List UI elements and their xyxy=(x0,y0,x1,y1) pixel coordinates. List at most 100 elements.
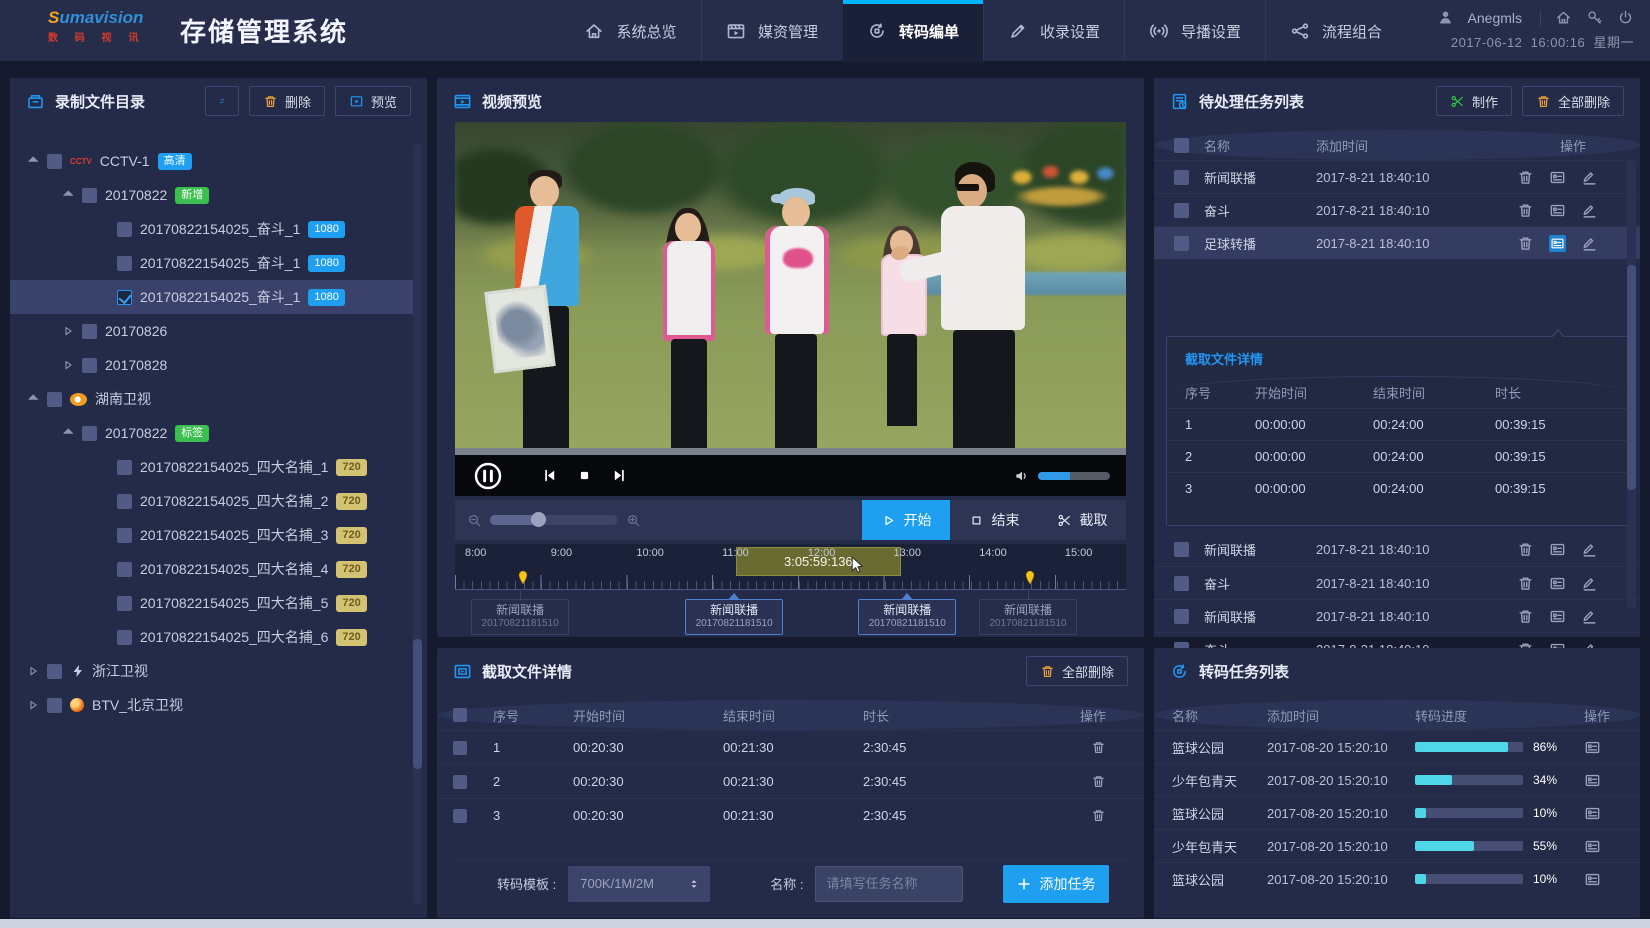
caret-open-icon[interactable] xyxy=(63,190,74,201)
checkbox[interactable] xyxy=(82,426,97,441)
pending-task-row[interactable]: 新闻联播2017-8-21 18:40:10 xyxy=(1154,599,1640,632)
end-button[interactable]: 结束 xyxy=(950,500,1038,540)
tab-record[interactable]: 收录设置 xyxy=(983,0,1124,62)
caret-open-icon[interactable] xyxy=(28,394,39,405)
caret-open-icon[interactable] xyxy=(63,428,74,439)
tree-item[interactable]: 20170822154025_四大名捕_6720 xyxy=(10,620,413,654)
tree-item[interactable]: 20170822154025_四大名捕_4720 xyxy=(10,552,413,586)
trash-icon[interactable] xyxy=(1517,608,1534,625)
pending-task-row[interactable]: 新闻联播2017-8-21 18:40:10 xyxy=(1154,533,1640,566)
pending-task-row[interactable]: 奋斗2017-8-21 18:40:10 xyxy=(1154,193,1640,226)
power-icon[interactable] xyxy=(1617,9,1634,26)
trash-icon[interactable] xyxy=(1517,235,1534,252)
detail-card-icon[interactable] xyxy=(1549,575,1566,592)
tree-item[interactable]: 湖南卫视 xyxy=(10,382,413,416)
edit-pencil-icon[interactable] xyxy=(1581,575,1598,592)
pending-scrollbar[interactable] xyxy=(1627,160,1636,609)
detail-card-icon[interactable] xyxy=(1549,169,1566,186)
tab-broadcast[interactable]: 导播设置 xyxy=(1124,0,1265,62)
tree-item[interactable]: CCTVCCTV-1高清 xyxy=(10,144,413,178)
tree-item[interactable]: 20170822154025_奋斗_11080 xyxy=(10,280,413,314)
trash-icon[interactable] xyxy=(1517,541,1534,558)
edit-pencil-icon[interactable] xyxy=(1581,169,1598,186)
checkbox[interactable] xyxy=(117,460,132,475)
detail-card-icon[interactable] xyxy=(1549,541,1566,558)
add-task-button[interactable]: 添加任务 xyxy=(1003,865,1109,903)
caret-closed-icon[interactable] xyxy=(28,666,39,677)
detail-card-icon[interactable] xyxy=(1549,608,1566,625)
trash-icon[interactable] xyxy=(1091,774,1106,789)
clip-row[interactable]: 100:20:3000:21:302:30:45 xyxy=(437,730,1144,764)
checkbox[interactable] xyxy=(117,256,132,271)
checkbox[interactable] xyxy=(1174,542,1189,557)
tree-item[interactable]: 20170822标签 xyxy=(10,416,413,450)
trash-icon[interactable] xyxy=(1517,169,1534,186)
checkbox[interactable] xyxy=(453,708,467,722)
timeline-ruler[interactable]: 3:05:59:136 8:009:0010:0011:0012:0013:00… xyxy=(455,544,1126,590)
edit-pencil-icon[interactable] xyxy=(1581,202,1598,219)
tree-item[interactable]: 20170822新增 xyxy=(10,178,413,212)
transcode-task-row[interactable]: 篮球公园2017-08-20 15:20:1010% xyxy=(1154,796,1640,829)
make-button[interactable]: 制作 xyxy=(1436,86,1512,116)
checkbox[interactable] xyxy=(47,392,62,407)
task-name-input[interactable] xyxy=(815,866,963,902)
timeline-zoom-slider[interactable] xyxy=(490,515,618,525)
checkbox[interactable] xyxy=(1174,236,1189,251)
trash-icon[interactable] xyxy=(1091,808,1106,823)
program-callout[interactable]: 新闻联播20170821181510 xyxy=(471,599,569,635)
transcode-task-row[interactable]: 篮球公园2017-08-20 15:20:1010% xyxy=(1154,862,1640,895)
checkbox[interactable] xyxy=(47,154,62,169)
next-frame-button[interactable] xyxy=(611,467,628,484)
checkbox[interactable] xyxy=(1174,609,1189,624)
checkbox[interactable] xyxy=(117,596,132,611)
transcode-task-row[interactable]: 少年包青天2017-08-20 15:20:1055% xyxy=(1154,829,1640,862)
detail-card-icon[interactable] xyxy=(1584,739,1601,756)
detail-card-icon[interactable] xyxy=(1549,235,1566,252)
tree-item[interactable]: 20170822154025_四大名捕_5720 xyxy=(10,586,413,620)
detail-card-icon[interactable] xyxy=(1549,202,1566,219)
caret-closed-icon[interactable] xyxy=(28,700,39,711)
checkbox[interactable] xyxy=(117,562,132,577)
delete-button[interactable]: 删除 xyxy=(249,86,325,116)
tree-item[interactable]: BTV_北京卫视 xyxy=(10,688,413,722)
zoom-out-icon[interactable] xyxy=(467,513,482,528)
checkbox[interactable] xyxy=(1174,138,1189,153)
edit-pencil-icon[interactable] xyxy=(1581,608,1598,625)
transcode-task-row[interactable]: 少年包青天2017-08-20 15:20:1034% xyxy=(1154,763,1640,796)
trash-icon[interactable] xyxy=(1091,740,1106,755)
tab-overview[interactable]: 系统总览 xyxy=(560,0,701,62)
delete-all-button[interactable]: 全部删除 xyxy=(1026,656,1128,686)
pending-task-row[interactable]: 奋斗2017-8-21 18:40:10 xyxy=(1154,566,1640,599)
template-select[interactable]: 700K/1M/2M xyxy=(568,866,710,902)
caret-open-icon[interactable] xyxy=(28,156,39,167)
tab-flow[interactable]: 流程组合 xyxy=(1265,0,1406,62)
marker-pin-icon[interactable] xyxy=(1024,569,1036,586)
seek-bar[interactable] xyxy=(455,448,1126,455)
pending-task-row[interactable]: 新闻联播2017-8-21 18:40:10 xyxy=(1154,160,1640,193)
checkbox[interactable] xyxy=(453,741,467,755)
detail-card-icon[interactable] xyxy=(1584,871,1601,888)
tree-item[interactable]: 20170822154025_四大名捕_3720 xyxy=(10,518,413,552)
home-icon[interactable] xyxy=(1555,9,1572,26)
program-callout[interactable]: 新闻联播20170821181510 xyxy=(685,599,783,635)
checkbox[interactable] xyxy=(117,494,132,509)
checkbox[interactable] xyxy=(82,358,97,373)
tree-item[interactable]: 20170822154025_四大名捕_1720 xyxy=(10,450,413,484)
key-icon[interactable] xyxy=(1586,9,1603,26)
checkbox[interactable] xyxy=(47,698,62,713)
prev-frame-button[interactable] xyxy=(541,467,558,484)
edit-pencil-icon[interactable] xyxy=(1581,541,1598,558)
checkbox[interactable] xyxy=(82,188,97,203)
preview-button[interactable]: 预览 xyxy=(335,86,411,116)
pending-task-row[interactable]: 足球转播2017-8-21 18:40:10 xyxy=(1154,226,1640,259)
edit-pencil-icon[interactable] xyxy=(1581,235,1598,252)
checkbox[interactable] xyxy=(117,630,132,645)
cut-button[interactable]: 截取 xyxy=(1038,500,1126,540)
checkbox[interactable] xyxy=(82,324,97,339)
tree-item[interactable]: 20170822154025_奋斗_11080 xyxy=(10,212,413,246)
volume-icon[interactable] xyxy=(1014,468,1030,484)
tree-item[interactable]: 20170826 xyxy=(10,314,413,348)
clip-row[interactable]: 200:20:3000:21:302:30:45 xyxy=(437,764,1144,798)
zoom-in-icon[interactable] xyxy=(626,513,641,528)
clip-row[interactable]: 300:20:3000:21:302:30:45 xyxy=(437,798,1144,832)
